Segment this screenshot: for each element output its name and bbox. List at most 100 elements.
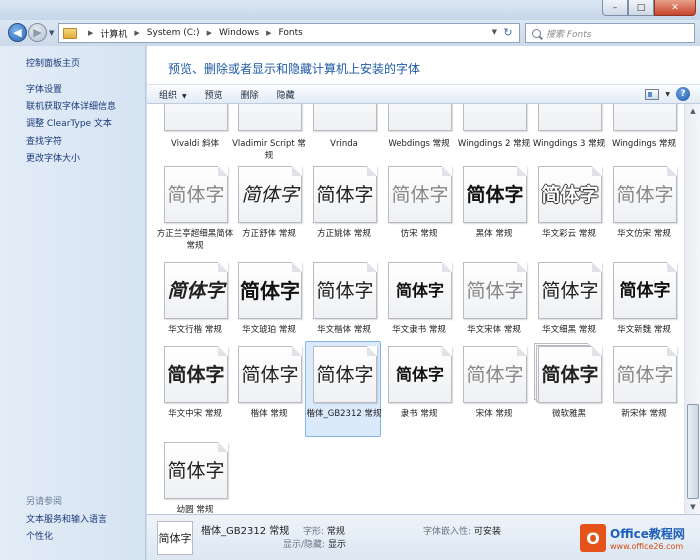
- font-thumbnail: 简体字: [388, 262, 452, 319]
- get-font-info-online-link[interactable]: 联机获取字体详细信息: [26, 99, 116, 112]
- text-services-link[interactable]: 文本服务和输入语言: [26, 512, 107, 525]
- scroll-down-icon[interactable]: ▼: [686, 500, 700, 514]
- font-thumbnail: [538, 104, 602, 131]
- show-hide-field: 显示/隐藏: 显示: [283, 540, 346, 550]
- task-pane: 控制面板主页 字体设置 联机获取字体详细信息 调整 ClearType 文本 查…: [0, 46, 146, 560]
- breadcrumb-fonts[interactable]: Fonts: [279, 28, 303, 38]
- font-sample: 简体字: [395, 365, 444, 384]
- view-options-chevron-icon[interactable]: ▼: [665, 91, 670, 98]
- window-controls: – □ ✕: [602, 0, 696, 16]
- font-label: 黑体 常规: [475, 229, 513, 239]
- font-sample: 简体字: [466, 184, 524, 206]
- watermark-logo: O Office教程网 www.office26.com: [580, 520, 698, 556]
- title-bar: – □ ✕: [0, 0, 700, 20]
- minimize-button[interactable]: –: [602, 0, 628, 16]
- font-settings-link[interactable]: 字体设置: [26, 82, 62, 95]
- address-dropdown-icon[interactable]: ▼: [492, 28, 497, 36]
- font-label: 华文中宋 常规: [168, 409, 222, 419]
- breadcrumb-separator-icon[interactable]: ▶: [266, 29, 271, 37]
- font-thumbnail: [238, 104, 302, 131]
- font-thumbnail: 简体字: [313, 262, 377, 319]
- find-character-link[interactable]: 查找字符: [26, 134, 62, 147]
- office-logo-icon: O: [580, 524, 606, 552]
- font-thumbnail: 简体字: [463, 166, 527, 223]
- font-label: 微软雅黑: [551, 409, 586, 419]
- control-panel-home-link[interactable]: 控制面板主页: [26, 56, 80, 69]
- maximize-button[interactable]: □: [628, 0, 654, 16]
- font-label: Webdings 常规: [388, 139, 450, 149]
- font-label: Vivaldi 斜体: [170, 139, 220, 149]
- change-view-icon[interactable]: [645, 88, 660, 100]
- breadcrumb-windows[interactable]: Windows: [219, 28, 259, 38]
- breadcrumb-separator-icon[interactable]: ▶: [207, 29, 212, 37]
- change-font-size-link[interactable]: 更改字体大小: [26, 151, 80, 164]
- breadcrumb-separator-icon[interactable]: ▶: [134, 29, 139, 37]
- font-thumbnail: 简体字: [238, 262, 302, 319]
- font-style-field: 字形: 常规: [303, 527, 345, 537]
- breadcrumb-computer[interactable]: 计算机: [100, 27, 127, 40]
- vertical-scrollbar[interactable]: ▲ ▼: [684, 104, 700, 514]
- font-label: 宋体 常规: [475, 409, 513, 419]
- hide-button[interactable]: 隐藏: [259, 88, 295, 101]
- search-icon: [532, 28, 541, 38]
- font-thumbnail: 简体字: [164, 262, 228, 319]
- font-sample: 简体字: [541, 184, 599, 206]
- font-thumbnail: 简体字: [388, 346, 452, 403]
- font-sample: 简体字: [167, 280, 225, 302]
- font-thumbnail: 简体字: [313, 166, 377, 223]
- font-label: 华文细黑 常规: [542, 325, 596, 335]
- see-also-heading: 另请参阅: [26, 497, 63, 507]
- search-input[interactable]: 搜索 Fonts: [525, 23, 695, 43]
- font-sample: 简体字: [616, 364, 674, 386]
- font-thumbnail: 简体字: [388, 166, 452, 223]
- font-sample: 简体字: [241, 364, 299, 386]
- preview-button[interactable]: 预览: [187, 88, 223, 101]
- refresh-icon[interactable]: ↻: [500, 26, 516, 40]
- organize-button[interactable]: 组织 ▼: [147, 88, 187, 101]
- font-thumbnail: 简体字: [613, 166, 677, 223]
- breadcrumb-separator-icon[interactable]: ▶: [88, 29, 93, 37]
- font-thumbnail: 简体字: [613, 346, 677, 403]
- command-bar: 组织 ▼ 预览 删除 隐藏 ▼ ?: [147, 84, 700, 104]
- font-sample: 简体字: [316, 280, 374, 302]
- font-sample: 简体字: [619, 281, 671, 301]
- scroll-thumb[interactable]: [687, 404, 699, 499]
- font-sample: 简体字: [541, 364, 599, 386]
- font-thumbnail: [388, 104, 452, 131]
- watermark-url: www.office26.com: [610, 542, 684, 551]
- font-sample: 简体字: [616, 184, 674, 206]
- font-sample: 简体字: [395, 281, 444, 300]
- scroll-up-icon[interactable]: ▲: [686, 104, 700, 118]
- font-label: 华文新魏 常规: [617, 325, 671, 335]
- font-sample: 简体字: [316, 364, 374, 386]
- font-thumbnail: 简体字: [613, 262, 677, 319]
- font-sample: 简体字: [167, 364, 225, 386]
- close-button[interactable]: ✕: [654, 0, 696, 16]
- back-button[interactable]: ◀: [8, 23, 27, 42]
- personalization-link[interactable]: 个性化: [26, 529, 53, 542]
- font-label: 隶书 常规: [400, 409, 438, 419]
- address-bar[interactable]: ▶ 计算机 ▶ System (C:) ▶ Windows ▶ Fonts ▼ …: [58, 23, 520, 43]
- font-thumbnail: 简体字: [538, 346, 602, 403]
- font-sample: 简体字: [167, 184, 225, 206]
- recent-pages-dropdown[interactable]: ▼: [49, 29, 54, 37]
- font-label: 华文宋体 常规: [467, 325, 521, 335]
- font-grid: Vivaldi 斜体 Vladimir Script 常规 Vrinda Web…: [147, 104, 684, 514]
- embeddability-field: 字体嵌入性: 可安装: [423, 527, 501, 537]
- folder-icon: [63, 27, 77, 39]
- breadcrumb: ▶ 计算机 ▶ System (C:) ▶ Windows ▶ Fonts: [81, 27, 303, 40]
- font-label: 楷体_GB2312 常规: [306, 409, 382, 419]
- font-label: 方正姚体 常规: [317, 229, 371, 239]
- font-thumbnail: 简体字: [164, 346, 228, 403]
- font-thumbnail: 简体字: [164, 442, 228, 499]
- font-label: 华文楷体 常规: [317, 325, 371, 335]
- font-label: Wingdings 2 常规: [457, 139, 531, 149]
- forward-button[interactable]: ▶: [28, 23, 47, 42]
- adjust-cleartype-link[interactable]: 调整 ClearType 文本: [26, 116, 112, 129]
- font-thumbnail: 简体字: [238, 166, 302, 223]
- delete-button[interactable]: 删除: [223, 88, 259, 101]
- font-thumbnail: 简体字: [538, 166, 602, 223]
- breadcrumb-system-drive[interactable]: System (C:): [147, 28, 200, 38]
- font-thumbnail: 简体字: [463, 346, 527, 403]
- help-icon[interactable]: ?: [676, 87, 690, 101]
